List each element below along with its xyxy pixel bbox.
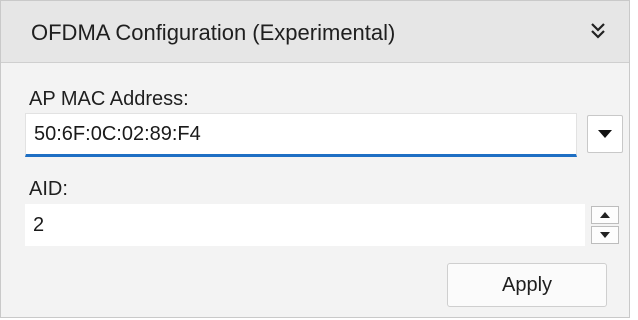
ap-mac-address-input[interactable] [25, 113, 577, 157]
spin-up-icon [600, 212, 610, 218]
panel-header[interactable]: OFDMA Configuration (Experimental) [1, 1, 629, 63]
apply-button[interactable]: Apply [447, 263, 607, 307]
ap-mac-address-dropdown-button[interactable] [587, 115, 623, 153]
ofdma-configuration-panel: OFDMA Configuration (Experimental) AP MA… [0, 0, 630, 318]
panel-title: OFDMA Configuration (Experimental) [31, 20, 396, 45]
aid-spin-up-button[interactable] [591, 206, 619, 224]
caret-down-icon [598, 130, 612, 138]
spin-down-icon [600, 232, 610, 238]
double-chevron-down-icon[interactable] [589, 19, 607, 43]
aid-spin-down-button[interactable] [591, 226, 619, 244]
aid-input[interactable] [25, 204, 585, 246]
ap-mac-address-label: AP MAC Address: [29, 88, 189, 110]
aid-label: AID: [29, 178, 68, 200]
